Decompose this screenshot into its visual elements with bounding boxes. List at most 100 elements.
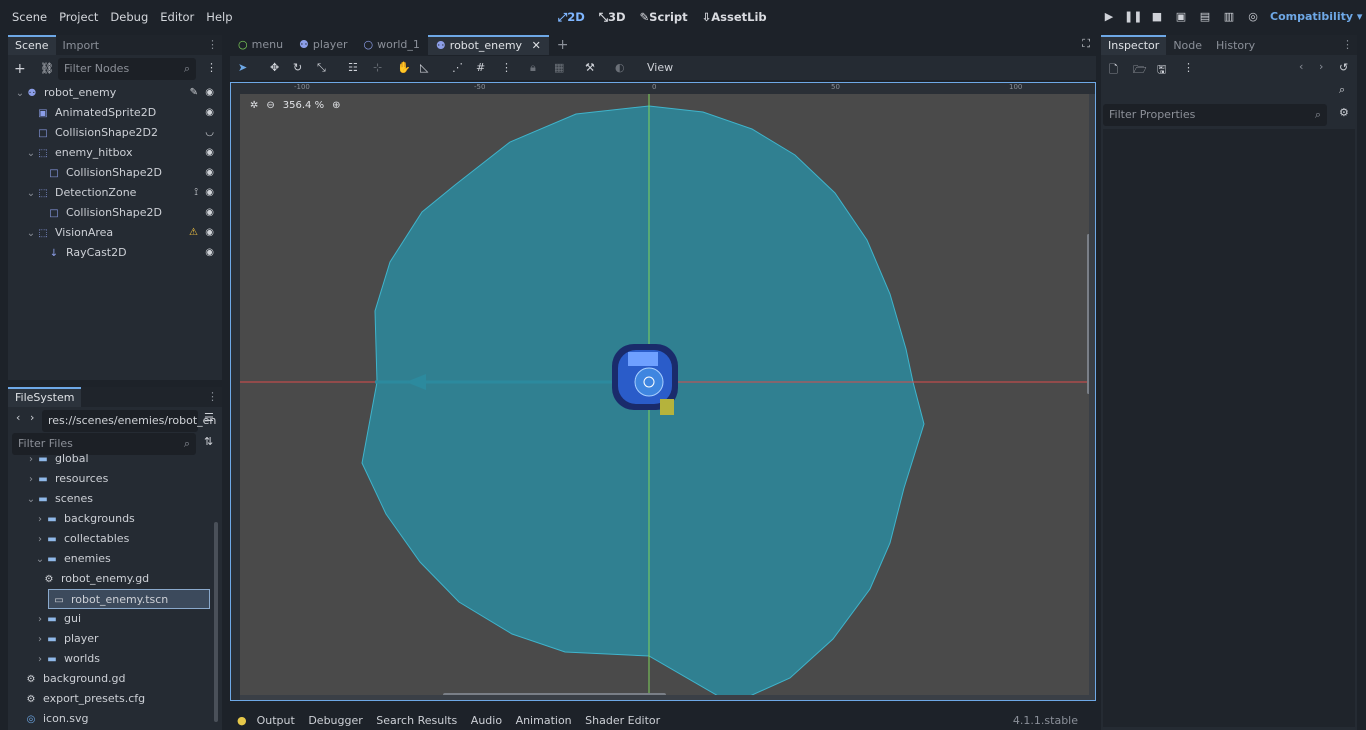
mode-3d-button[interactable]: ⤡3D <box>594 0 631 34</box>
file-row[interactable]: ⚙ export_presets.cfg <box>8 689 222 709</box>
view-menu[interactable]: View <box>647 61 673 74</box>
history-forward-icon[interactable]: › <box>1319 60 1323 73</box>
node-row[interactable]: ⌄ ⬚ VisionArea ⚠ ◉ <box>8 223 222 243</box>
node-row[interactable]: ⌄ ⬚ enemy_hitbox ◉ <box>8 143 222 163</box>
tab-scene[interactable]: Scene <box>8 35 56 55</box>
dock-menu-icon[interactable]: ⋮ <box>207 390 218 403</box>
tab-node[interactable]: Node <box>1166 36 1209 56</box>
sort-icon[interactable]: ⇅ <box>204 435 213 448</box>
vertical-scrollbar[interactable] <box>1087 234 1089 394</box>
play-icon[interactable]: ▶ <box>1100 8 1118 26</box>
load-resource-icon[interactable]: 🗁︎ <box>1133 61 1147 80</box>
scene-tab-menu[interactable]: ○ menu <box>230 35 291 55</box>
doc-search-icon[interactable]: ⌕ <box>1339 83 1345 97</box>
visibility-eye-icon[interactable]: ◉ <box>205 183 214 203</box>
file-row[interactable]: › ▬ player <box>8 629 222 649</box>
pan-icon[interactable]: ✋ <box>397 61 411 74</box>
add-tab-icon[interactable]: + <box>557 35 569 55</box>
scene-tab-player[interactable]: ⚉ player <box>291 35 355 55</box>
forward-icon[interactable]: › <box>30 411 34 424</box>
move-mode-icon[interactable]: ✥ <box>270 61 279 74</box>
grid-snap-icon[interactable]: # <box>476 61 485 74</box>
fullscreen-icon[interactable]: ⛶ <box>1082 37 1090 51</box>
file-row[interactable]: › ▬ worlds <box>8 649 222 669</box>
pause-icon[interactable]: ❚❚ <box>1124 8 1142 26</box>
filesystem-scrollbar[interactable] <box>214 522 218 722</box>
expand-icon[interactable]: ⌄ <box>25 490 37 510</box>
visibility-eye-icon[interactable]: ◉ <box>205 243 214 263</box>
visibility-eye-icon[interactable]: ◉ <box>205 143 214 163</box>
file-row[interactable]: › ▬ collectables <box>8 529 222 549</box>
visibility-eye-icon[interactable]: ◉ <box>205 163 214 183</box>
node-row[interactable]: □ CollisionShape2D2 ◡ <box>8 123 222 143</box>
visibility-eye-icon[interactable]: ◉ <box>205 83 214 103</box>
group-icon[interactable]: ▦ <box>554 61 564 74</box>
filter-nodes-input[interactable]: Filter Nodes ⌕ <box>58 58 196 80</box>
node-row[interactable]: ⌄ ⬚ DetectionZone ⟟ ◉ <box>8 183 222 203</box>
warning-icon[interactable]: ⚠ <box>189 223 198 243</box>
dock-menu-icon[interactable]: ⋮ <box>1342 38 1353 51</box>
tab-animation[interactable]: Animation <box>516 714 572 727</box>
tab-filesystem[interactable]: FileSystem <box>8 387 82 407</box>
file-row[interactable]: › ▬ global <box>8 449 222 469</box>
visibility-hidden-icon[interactable]: ◡ <box>205 123 214 143</box>
zoom-in-icon[interactable]: ⊕ <box>332 100 340 111</box>
scene-tab-world-1[interactable]: ○ world_1 <box>356 35 428 55</box>
tab-import[interactable]: Import <box>56 36 107 56</box>
expand-icon[interactable]: ⌄ <box>25 184 37 204</box>
file-row[interactable]: ◎ icon.svg <box>8 709 222 729</box>
tab-audio[interactable]: Audio <box>471 714 502 727</box>
center-view-icon[interactable]: ✲ <box>250 100 258 111</box>
menu-help[interactable]: Help <box>200 0 238 34</box>
zoom-out-icon[interactable]: ⊖ <box>266 100 274 111</box>
tab-history[interactable]: History <box>1209 36 1262 56</box>
file-row[interactable]: ⌄ ▬ enemies <box>8 549 222 569</box>
camera-override-icon[interactable]: ◐ <box>615 61 625 74</box>
lock-icon[interactable]: 🔒︎ <box>530 61 536 75</box>
visibility-eye-icon[interactable]: ◉ <box>205 203 214 223</box>
tab-inspector[interactable]: Inspector <box>1101 35 1167 55</box>
tab-output[interactable]: Output <box>257 714 295 727</box>
snap-menu-icon[interactable]: ⋮ <box>501 61 512 74</box>
script-icon[interactable]: ✎ <box>190 83 198 103</box>
remote-debug-icon[interactable]: ▣ <box>1172 8 1190 26</box>
tab-shader-editor[interactable]: Shader Editor <box>585 714 660 727</box>
menu-debug[interactable]: Debug <box>104 0 154 34</box>
link-icon[interactable]: ⛓ <box>40 62 54 75</box>
property-options-icon[interactable]: ⚙ <box>1339 106 1349 119</box>
file-row[interactable]: › ▬ backgrounds <box>8 509 222 529</box>
mode-2d-button[interactable]: ⤢2D <box>553 0 590 34</box>
filter-properties-input[interactable]: Filter Properties ⌕ <box>1103 104 1327 126</box>
visibility-eye-icon[interactable]: ◉ <box>205 223 214 243</box>
file-row[interactable]: › ▬ gui <box>8 609 222 629</box>
scene-menu-icon[interactable]: ⋮ <box>206 61 217 74</box>
expand-icon[interactable]: ⌄ <box>25 224 37 244</box>
list-select-icon[interactable]: ☷ <box>348 61 358 74</box>
history-back-icon[interactable]: ‹ <box>1299 60 1303 73</box>
add-node-icon[interactable]: + <box>14 61 26 77</box>
menu-scene[interactable]: Scene <box>6 0 53 34</box>
expand-icon[interactable]: › <box>34 510 46 530</box>
node-row[interactable]: □ CollisionShape2D ◉ <box>8 203 222 223</box>
file-row[interactable]: › ▬ resources <box>8 469 222 489</box>
expand-icon[interactable]: › <box>34 630 46 650</box>
node-row[interactable]: ↓ RayCast2D ◉ <box>8 243 222 263</box>
expand-icon[interactable]: ⌄ <box>25 144 37 164</box>
back-icon[interactable]: ‹ <box>16 411 20 424</box>
signal-icon[interactable]: ⟟ <box>194 183 198 203</box>
ruler-icon[interactable]: ◺ <box>420 61 428 74</box>
scene-tab-robot-enemy[interactable]: ⚉ robot_enemy ✕ <box>427 35 549 55</box>
file-row[interactable]: ⌄ ▬ scenes <box>8 489 222 509</box>
smart-snap-icon[interactable]: ⋰ <box>452 61 463 74</box>
skeleton-icon[interactable]: ⚒ <box>585 61 595 74</box>
split-view-icon[interactable]: ☰ <box>204 411 214 424</box>
menu-editor[interactable]: Editor <box>154 0 200 34</box>
canvas-viewport[interactable]: ✲ ⊖ 356.4 % ⊕ <box>240 94 1089 695</box>
file-row[interactable]: ⚙ background.gd <box>8 669 222 689</box>
file-row[interactable]: ▭ robot_enemy.tscn <box>48 589 210 609</box>
expand-icon[interactable]: ⌄ <box>34 550 46 570</box>
pivot-icon[interactable]: ⊹ <box>373 61 382 74</box>
movie-maker-icon[interactable]: ◎ <box>1244 8 1262 26</box>
mode-script-button[interactable]: ✎Script <box>635 0 693 34</box>
play-scene-icon[interactable]: ▤ <box>1196 8 1214 26</box>
